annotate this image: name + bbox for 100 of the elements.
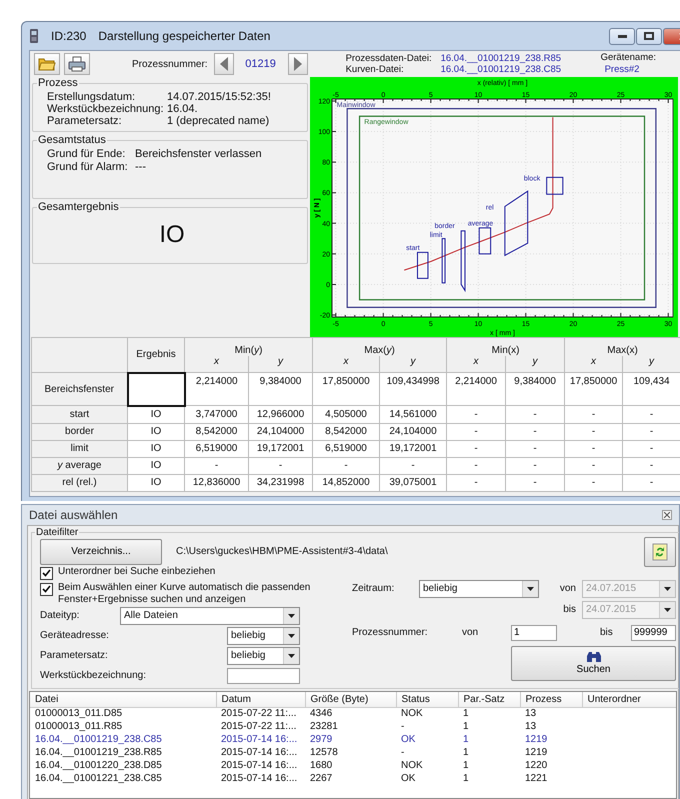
group-title: Gesamtergebnis — [37, 201, 120, 213]
file-row[interactable]: 16.04.__01001221_238.C85 2015-07-14 16:... 2267 OK 1 1221 — [30, 772, 676, 786]
table-cell: 17,850000 — [312, 372, 380, 406]
file-row[interactable]: 01000013_011.D85 2015-07-22 11:... 4346 NOK 1 13 — [30, 707, 676, 721]
column-header[interactable]: Par.-Satz — [458, 692, 520, 708]
refresh-button[interactable] — [644, 536, 676, 567]
table-cell: - — [564, 423, 623, 440]
table-cell: 24,104000 — [380, 423, 447, 440]
field-label: Parametersatz: — [47, 115, 123, 127]
workpiece-field[interactable] — [227, 668, 300, 684]
field-label: Prozessnummer: — [352, 627, 429, 638]
column-subheader: x — [184, 356, 248, 372]
column-header[interactable]: Datei — [30, 692, 216, 708]
folder-icon — [38, 57, 56, 71]
window-title: Darstellung gespeicherter Daten — [98, 29, 270, 43]
dialog-title: Datei auswählen — [29, 508, 118, 522]
maximize-button[interactable] — [636, 28, 662, 44]
process-from-field[interactable]: 1 — [511, 624, 557, 641]
table-cell: 24,104000 — [248, 423, 313, 440]
table-cell: - — [564, 474, 623, 491]
table-cell: - — [564, 457, 623, 474]
column-header: Min(y) — [184, 338, 313, 356]
table-cell: IO — [128, 474, 184, 491]
table-cell: - — [446, 406, 506, 423]
minimize-button[interactable] — [609, 28, 635, 44]
field-value: 1 (deprecated name) — [167, 115, 270, 127]
table-cell: 6,519000 — [184, 440, 248, 457]
table-cell: 19,172001 — [248, 440, 313, 457]
table-cell: - — [506, 440, 565, 457]
row-header: y average — [32, 457, 128, 474]
table-cell: - — [506, 474, 565, 491]
table-cell: - — [506, 457, 565, 474]
row-header: start — [32, 406, 128, 423]
print-button[interactable] — [64, 53, 90, 75]
field-value: 16.04.__01001219_238.C85 — [440, 64, 562, 75]
process-to-field[interactable]: 999999 — [631, 624, 676, 641]
table-cell: - — [446, 440, 506, 457]
period-dropdown[interactable]: beliebig — [419, 580, 539, 598]
table-cell: 14,561000 — [380, 406, 447, 423]
table-cell: IO — [128, 440, 184, 457]
table-cell: 4,505000 — [312, 406, 380, 423]
file-type-dropdown[interactable]: Alle Dateien — [120, 606, 300, 625]
row-header: Bereichsfenster — [32, 372, 128, 406]
dropdown-value: Alle Dateien — [124, 610, 178, 622]
checkbox[interactable] — [40, 566, 53, 580]
table-cell: - — [506, 406, 565, 423]
table-cell: 34,231998 — [248, 474, 313, 491]
directory-path: C:\Users\guckes\HBM\PME-Assistent#3-4\data\ — [176, 546, 388, 558]
field-label: Grund für Ende: — [47, 148, 126, 161]
column-header: Max(x) — [564, 338, 680, 356]
caret-icon — [288, 654, 295, 658]
table-cell: - — [564, 440, 623, 457]
table-cell: IO — [128, 406, 184, 423]
device-address-dropdown[interactable]: beliebig — [227, 626, 300, 645]
directory-button[interactable]: Verzeichnis... — [40, 538, 162, 565]
table-cell: 9,384000 — [506, 372, 565, 406]
field-value: Press#2 — [604, 64, 640, 76]
column-header[interactable]: Datum — [216, 692, 305, 708]
group-title: Prozess — [37, 77, 79, 89]
dropdown-value: 24.07.2015 — [586, 583, 636, 594]
table-cell: - — [184, 457, 248, 474]
caret-icon — [664, 608, 671, 612]
maximize-icon — [644, 32, 654, 40]
parameter-set-dropdown[interactable]: beliebig — [227, 646, 300, 665]
column-header[interactable]: Unterordner — [582, 692, 676, 708]
file-row[interactable]: 16.04.__01001220_238.D85 2015-07-14 16:... 1680 NOK 1 1220 — [30, 760, 676, 773]
left-arrow-icon — [218, 57, 229, 71]
next-button[interactable] — [288, 53, 308, 75]
close-button[interactable] — [662, 510, 672, 520]
column-header[interactable]: Prozess — [520, 692, 582, 708]
column-header: Ergebnis — [128, 338, 184, 372]
field-label: Werkstückbezeichnung: — [47, 103, 165, 115]
window-id: ID:230 — [51, 29, 86, 43]
open-folder-button[interactable] — [34, 53, 60, 75]
refresh-icon — [652, 542, 668, 561]
table-cell: - — [506, 423, 565, 440]
caret-icon — [527, 586, 534, 591]
file-row[interactable]: 16.04.__01001219_238.R85 2015-07-14 16:... 12578 - 1 1219 — [30, 746, 676, 760]
dropdown-value: beliebig — [423, 583, 458, 594]
table-cell: 39,075001 — [380, 474, 447, 491]
previous-button[interactable] — [214, 53, 234, 75]
group-title: Gesamtstatus — [37, 134, 107, 146]
field-label: von — [558, 583, 577, 594]
column-header[interactable]: Größe (Byte) — [305, 692, 396, 708]
process-number-label: Prozessnummer: — [132, 58, 208, 70]
row-header: rel (rel.) — [32, 474, 128, 491]
table-cell: 109,434998 — [380, 372, 447, 406]
search-button[interactable]: Suchen — [511, 646, 676, 681]
minimize-icon — [618, 34, 626, 38]
dropdown-value: beliebig — [231, 650, 266, 662]
table-cell: 2,214000 — [446, 372, 506, 406]
table-cell: 3,747000 — [184, 406, 248, 423]
table-cell: 6,519000 — [312, 440, 380, 457]
table-cell: 2,214000 — [184, 372, 248, 406]
file-row[interactable]: 01000013_011.R85 2015-07-22 11:... 23281 - 1 13 — [30, 720, 676, 734]
checkbox[interactable] — [40, 582, 53, 596]
field-label: Erstellungsdatum: — [47, 91, 136, 103]
column-subheader: y — [506, 356, 565, 372]
column-header[interactable]: Status — [396, 692, 458, 708]
file-row[interactable]: 16.04.__01001219_238.C85 2015-07-14 16:... 2979 OK 1 1219 — [30, 734, 676, 747]
